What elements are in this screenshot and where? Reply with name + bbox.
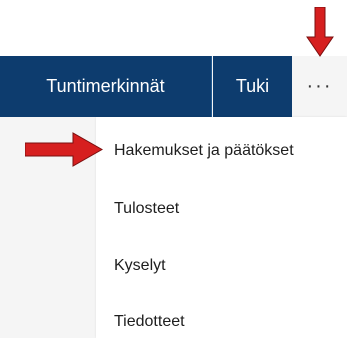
nav-item-label: Tuki	[235, 76, 270, 96]
nav-item-tuntimerkinnat[interactable]: Tuntimerkinnät	[0, 56, 212, 117]
top-strip	[0, 0, 347, 57]
menu-item-tulosteet[interactable]: Tulosteet	[114, 200, 179, 218]
page: Tuntimerkinnät Tuki ··· Hakemukset ja pä…	[0, 0, 347, 338]
menu-item-kyselyt[interactable]: Kyselyt	[114, 257, 166, 275]
right-arrow-icon	[25, 132, 103, 167]
navbar: Tuntimerkinnät Tuki ···	[0, 56, 347, 117]
down-arrow-icon	[306, 7, 334, 57]
ellipsis-icon: ···	[306, 75, 333, 97]
menu-item-hakemukset[interactable]: Hakemukset ja päätökset	[114, 142, 294, 160]
nav-item-label: Tuntimerkinnät	[46, 76, 165, 96]
more-dropdown-menu: Hakemukset ja päätökset Tulosteet Kysely…	[96, 117, 347, 338]
nav-item-tuki[interactable]: Tuki	[213, 56, 292, 117]
menu-item-tiedotteet[interactable]: Tiedotteet	[114, 313, 185, 331]
more-menu-button[interactable]: ···	[292, 56, 347, 117]
